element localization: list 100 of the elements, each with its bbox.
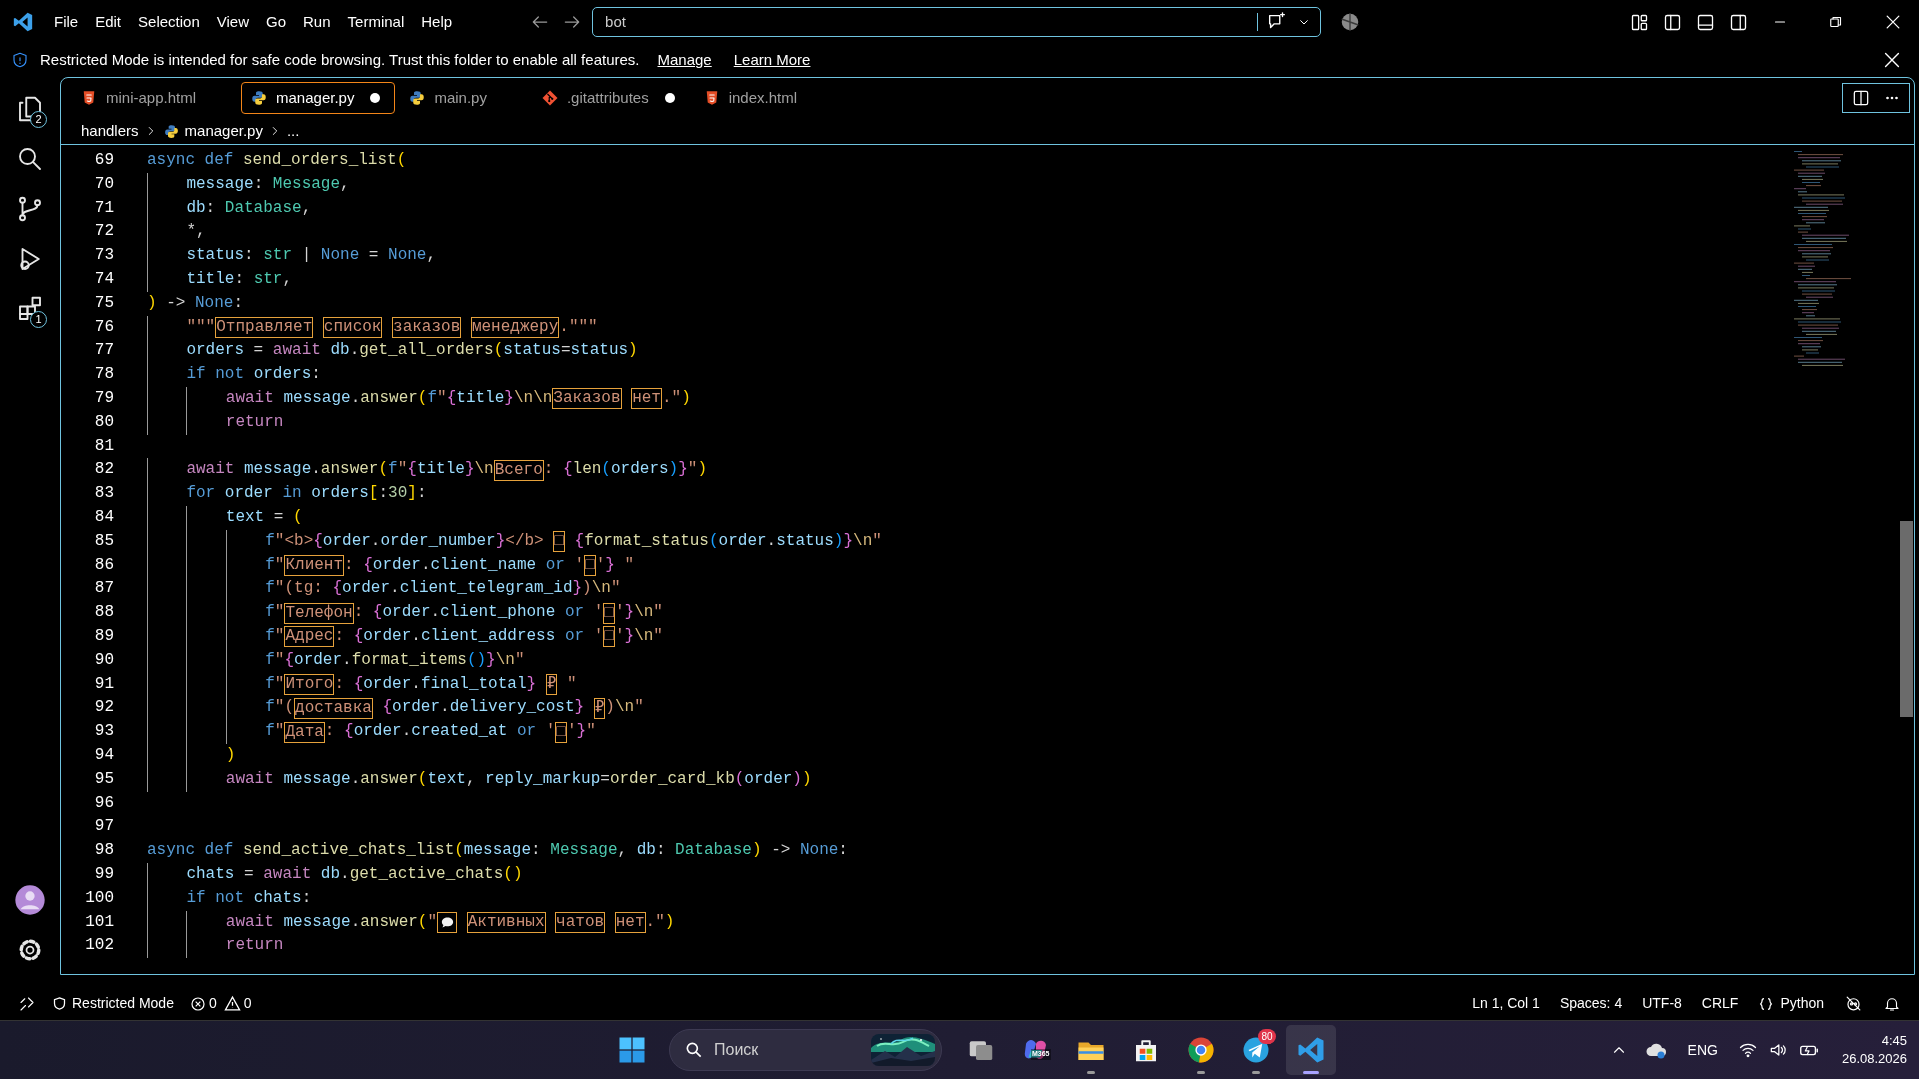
line-number: 72 [93,221,114,243]
code-line: return [147,934,284,959]
code-line: f"Дата: {order.created_at or '□'}" [147,720,596,744]
line-number: 89 [93,625,114,647]
menu-item[interactable]: File [46,7,87,37]
line-number: 76 [93,316,114,338]
code-line: f"Итого: {order.final_total} ₽ " [147,672,577,697]
status-item[interactable]: UTF-8 [1642,993,1682,1014]
line-number: 78 [93,364,114,386]
breadcrumb-item[interactable]: manager.py [184,119,263,143]
line-number: 94 [93,744,114,766]
editor-tab[interactable]: main.py [399,82,528,114]
code-line: if not orders: [147,363,321,387]
code-line: await message.answer(text, reply_markup=order_card_kb(order)) [147,767,812,792]
menu-item[interactable]: View [208,7,257,37]
code-line: ) [147,743,236,768]
browser-icon [1186,1035,1216,1065]
taskbar-search[interactable]: Поиск [669,1029,942,1071]
line-number: 83 [93,483,114,505]
split-editor-icon[interactable] [1851,88,1871,108]
code-line: await message.answer(f"{title}\nВсего: {len(orders)}") [147,458,707,483]
breadcrumb-item[interactable]: handlers [81,119,139,143]
line-number: 73 [93,245,114,267]
restricted-mode-indicator[interactable]: Restricted Mode [52,993,174,1014]
code-line: if not chats: [147,886,312,911]
line-number: 80 [93,411,114,433]
line-number: 70 [93,173,114,195]
code-line: return [147,410,284,435]
running-indicator [1087,1071,1095,1074]
menu-item[interactable]: Edit [87,7,130,37]
status-item[interactable]: Spaces: 4 [1559,993,1623,1014]
clock-date[interactable]: 26.08.2026 [1841,1050,1907,1068]
scrollbar-thumb[interactable] [1900,521,1913,717]
code-line: ) -> None: [147,292,244,314]
menu-item[interactable]: Selection [130,7,208,37]
code-line: db: Database, [147,196,312,221]
line-number: 82 [93,459,114,481]
running-indicator [1252,1071,1260,1074]
code-line: text = ( [147,505,303,530]
copilot-off-icon[interactable] [1844,994,1863,1013]
line-number: 71 [93,197,114,219]
command-center[interactable]: bot [592,7,1322,37]
shield-icon [52,996,67,1011]
running-indicator [1197,1071,1205,1074]
app-logo-icon [12,11,34,33]
line-number: 86 [93,554,114,576]
line-number: 87 [93,578,114,600]
warning-icon [223,995,241,1012]
line-number: 79 [93,387,114,409]
code-line: f"Адрес: {order.client_address or '□'}\n" [147,624,663,649]
code-line: message: Message, [147,172,350,197]
editor-tab[interactable]: .gitattributes [531,82,690,114]
editor-tab[interactable]: manager.py [241,82,396,114]
line-number: 88 [93,602,114,624]
code-line: f"Клиент: {order.client_name or '□'} " [147,553,635,578]
line-number: 101 [84,911,114,933]
input-language[interactable]: ENG [1687,1039,1718,1061]
line-number: 98 [93,840,114,862]
code-line: await message.answer(f"{title}\n\nЗаказов нет.") [147,386,691,411]
shield-icon [11,51,29,69]
menu-item[interactable]: Terminal [339,7,413,37]
error-icon [189,995,206,1012]
python-file-icon [162,122,180,140]
line-number: 90 [93,649,114,671]
account-avatar[interactable] [14,884,46,916]
editor-tab[interactable]: index.html [693,82,839,114]
line-number: 93 [93,721,114,743]
menu-item[interactable]: Run [295,7,339,37]
line-number: 77 [93,340,114,362]
code-line: *, [147,220,206,245]
clock-time[interactable]: 4:45 [1881,1032,1907,1050]
code-line: for order in orders[:30]: [147,482,427,506]
language-mode[interactable]: Python [1758,993,1824,1014]
line-number: 84 [93,506,114,528]
menu-item[interactable]: Help [413,7,461,37]
running-indicator [1303,1071,1319,1074]
menu-item[interactable]: Go [258,7,294,37]
banner-link[interactable]: Manage [657,48,712,72]
line-number: 102 [84,935,114,957]
editor-tab[interactable]: mini-app.html [71,82,238,114]
braces-icon [1758,995,1775,1012]
taskbar-app[interactable]: 80 [1231,1025,1281,1075]
code-line: f"(доставка {order.delivery_cost} ₽)\n" [147,696,644,721]
search-field[interactable]: bot [605,10,1258,34]
problems-indicator[interactable]: 0 0 [189,993,252,1014]
status-item[interactable]: Ln 1, Col 1 [1472,993,1540,1014]
line-number: 100 [84,887,114,909]
python-file-icon [408,89,427,107]
remote-icon[interactable] [18,994,36,1013]
status-item[interactable]: CRLF [1701,993,1739,1014]
notification-badge: 80 [1258,1029,1276,1044]
code-line: await message.answer(" Активных чатов нет.") [147,910,675,935]
start-icon[interactable] [617,1035,647,1065]
banner-link[interactable]: Learn More [733,48,811,72]
breadcrumb-item[interactable]: ... [286,119,300,143]
code-line: f"<b>{order.order_number}</b> □ {format_status(order.status)}\n" [147,529,882,554]
code-line: chats = await db.get_active_chats() [147,862,523,887]
code-editor-icon [1296,1035,1326,1065]
code-line: title: str, [147,268,293,292]
line-number: 74 [93,269,114,290]
